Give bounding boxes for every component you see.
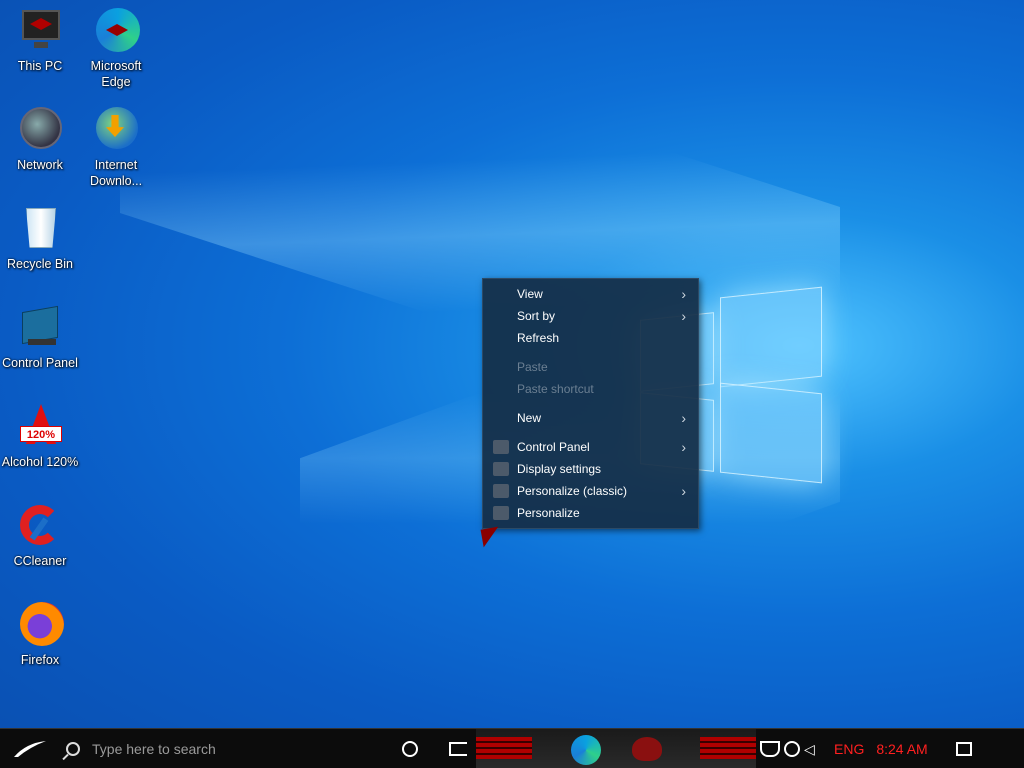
- ccleaner-icon: [16, 503, 64, 551]
- chevron-right-icon: ›: [681, 308, 686, 324]
- alcohol-icon: 120%: [16, 404, 64, 452]
- menu-separator: [483, 429, 698, 436]
- desktop-icon-firefox[interactable]: Firefox: [0, 602, 80, 668]
- rog-taskbar-dock: [476, 729, 756, 768]
- menu-item-label: Sort by: [517, 309, 556, 323]
- control-panel-icon: [493, 440, 509, 454]
- rog-decoration: [700, 737, 756, 759]
- menu-item-new[interactable]: New ›: [483, 407, 698, 429]
- menu-item-personalize-classic[interactable]: Personalize (classic) ›: [483, 480, 698, 502]
- edge-icon: [92, 8, 140, 56]
- cortana-button[interactable]: [386, 729, 434, 768]
- desktop-icon-control-panel[interactable]: Control Panel: [0, 305, 80, 371]
- network-globe-icon[interactable]: [784, 741, 800, 757]
- firefox-icon: [16, 602, 64, 650]
- game-taskbar-icon[interactable]: [632, 737, 662, 761]
- desktop-icon-label: This PC: [17, 59, 63, 73]
- clock[interactable]: 8:24 AM: [876, 741, 927, 757]
- desktop-icon-label: CCleaner: [13, 554, 67, 568]
- desktop-icon-label: Microsoft Edge: [90, 59, 142, 89]
- search-placeholder: Type here to search: [92, 740, 216, 757]
- menu-item-label: New: [517, 411, 542, 425]
- desktop-icon-label: Alcohol 120%: [1, 455, 79, 469]
- chevron-right-icon: ›: [681, 439, 686, 455]
- control-panel-icon: [16, 305, 64, 353]
- mouse-cursor-icon: [480, 526, 502, 548]
- menu-item-label: Paste: [517, 360, 548, 374]
- desktop-icon-this-pc[interactable]: This PC: [0, 8, 80, 74]
- menu-item-sort-by[interactable]: Sort by ›: [483, 305, 698, 327]
- menu-item-refresh[interactable]: Refresh: [483, 327, 698, 349]
- menu-item-label: View: [517, 287, 543, 301]
- search-box[interactable]: Type here to search: [56, 729, 386, 768]
- volume-muted-icon[interactable]: ◁: [804, 741, 824, 757]
- chevron-right-icon: ›: [681, 483, 686, 499]
- desktop-icon-label: Recycle Bin: [7, 257, 73, 271]
- menu-item-label: Display settings: [517, 462, 602, 476]
- task-view-button[interactable]: [434, 729, 482, 768]
- desktop-icon-network[interactable]: Network: [0, 107, 80, 173]
- search-icon: [66, 741, 80, 756]
- desktop-icon-label: Control Panel: [2, 356, 78, 370]
- desktop-icon-microsoft-edge[interactable]: Microsoft Edge: [76, 8, 156, 90]
- network-icon: [16, 107, 64, 155]
- desktop-icon-recycle-bin[interactable]: Recycle Bin: [0, 206, 80, 272]
- idm-icon: [92, 107, 140, 155]
- chevron-right-icon: ›: [681, 286, 686, 302]
- desktop-context-menu: View › Sort by › Refresh Paste Paste sho…: [482, 278, 699, 529]
- menu-item-personalize[interactable]: Personalize: [483, 502, 698, 524]
- taskbar: Type here to search ◁ ENG 8:24 AM: [0, 728, 1024, 768]
- menu-separator: [483, 349, 698, 356]
- desktop-icon-ccleaner[interactable]: CCleaner: [0, 503, 80, 569]
- desktop-icon-label: Internet Downlo...: [89, 158, 143, 188]
- desktop-icon-label: Network: [17, 158, 63, 172]
- notification-icon[interactable]: [955, 742, 972, 756]
- menu-item-paste-shortcut: Paste shortcut: [483, 378, 698, 400]
- computer-icon: [16, 8, 64, 56]
- desktop-icon-label: Firefox: [20, 653, 60, 667]
- shield-icon[interactable]: [760, 741, 780, 757]
- desktop-icon-alcohol-120[interactable]: 120% Alcohol 120%: [0, 404, 80, 470]
- menu-item-paste: Paste: [483, 356, 698, 378]
- chevron-right-icon: ›: [681, 410, 686, 426]
- personalize-icon: [493, 484, 509, 498]
- menu-item-display-settings[interactable]: Display settings: [483, 458, 698, 480]
- menu-separator: [483, 400, 698, 407]
- menu-item-label: Paste shortcut: [517, 382, 594, 396]
- menu-item-label: Personalize: [517, 506, 580, 520]
- language-indicator[interactable]: ENG: [834, 741, 864, 757]
- system-tray: ◁ ENG 8:24 AM: [760, 729, 972, 768]
- alcohol-badge: 120%: [20, 426, 62, 442]
- recycle-bin-icon: [16, 206, 64, 254]
- menu-item-label: Control Panel: [517, 440, 590, 454]
- display-icon: [493, 462, 509, 476]
- start-button[interactable]: [0, 729, 56, 768]
- menu-item-control-panel[interactable]: Control Panel ›: [483, 436, 698, 458]
- menu-item-view[interactable]: View ›: [483, 283, 698, 305]
- task-view-icon: [449, 741, 467, 756]
- personalize-icon: [493, 506, 509, 520]
- menu-item-label: Refresh: [517, 331, 560, 345]
- rog-decoration: [476, 737, 532, 759]
- cortana-icon: [402, 740, 418, 757]
- desktop-icon-internet-download-manager[interactable]: Internet Downlo...: [76, 107, 156, 189]
- edge-taskbar-icon[interactable]: [571, 735, 601, 765]
- menu-item-label: Personalize (classic): [517, 484, 628, 498]
- rog-start-icon: [14, 740, 46, 757]
